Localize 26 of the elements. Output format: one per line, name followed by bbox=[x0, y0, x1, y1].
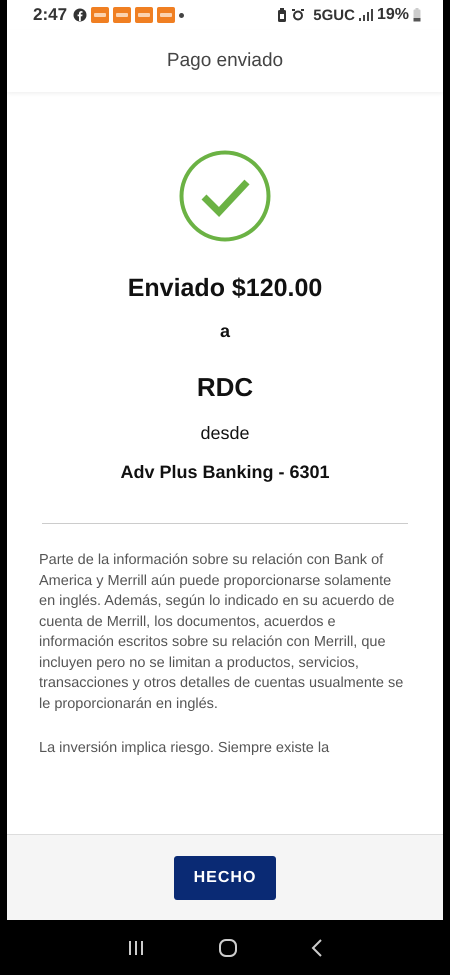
facebook-icon bbox=[73, 8, 88, 22]
amount-heading: Enviado $120.00 bbox=[128, 274, 322, 303]
status-time: 2:47 bbox=[33, 5, 68, 25]
app-notification-icon bbox=[135, 7, 154, 23]
recent-apps-icon[interactable] bbox=[126, 940, 145, 956]
disclosure-paragraph: Parte de la información sobre su relación con Bank of America y Merrill aún puede proporcionarse solamente en inglés. Además, según lo indicado en su acuerdo de cuenta de Merrill, los documentos, acuerdos e información escritos sobre su relación con Merrill, que incluyen pero no se limitan a productos, servicios, transacciones y otros detalles de cuentas usualmente se le proporcionarán en inglés. bbox=[39, 551, 404, 714]
back-icon[interactable] bbox=[311, 938, 324, 956]
battery-saver-icon bbox=[277, 8, 288, 22]
account-name: Adv Plus Banking - 6301 bbox=[120, 462, 330, 483]
app-notification-icon bbox=[91, 7, 110, 23]
from-label: desde bbox=[200, 423, 250, 444]
signal-icon bbox=[358, 9, 373, 21]
recipient-name: RDC bbox=[196, 372, 254, 403]
battery-icon bbox=[413, 8, 421, 22]
app-notification-icon bbox=[113, 7, 132, 23]
to-label: a bbox=[220, 321, 230, 342]
dot-icon bbox=[179, 12, 184, 18]
home-icon[interactable] bbox=[218, 938, 238, 958]
battery-percent: 19% bbox=[376, 6, 409, 24]
disclosure-paragraph: La inversión implica riesgo. Siempre existe la bbox=[39, 739, 330, 758]
done-button[interactable]: HECHO bbox=[174, 856, 276, 900]
alarm-icon bbox=[291, 8, 306, 22]
network-label: 5GUC bbox=[313, 6, 355, 24]
checkmark-circle-icon bbox=[179, 150, 271, 242]
page-title: Pago enviado bbox=[166, 50, 284, 72]
app-notification-icon bbox=[157, 7, 176, 23]
